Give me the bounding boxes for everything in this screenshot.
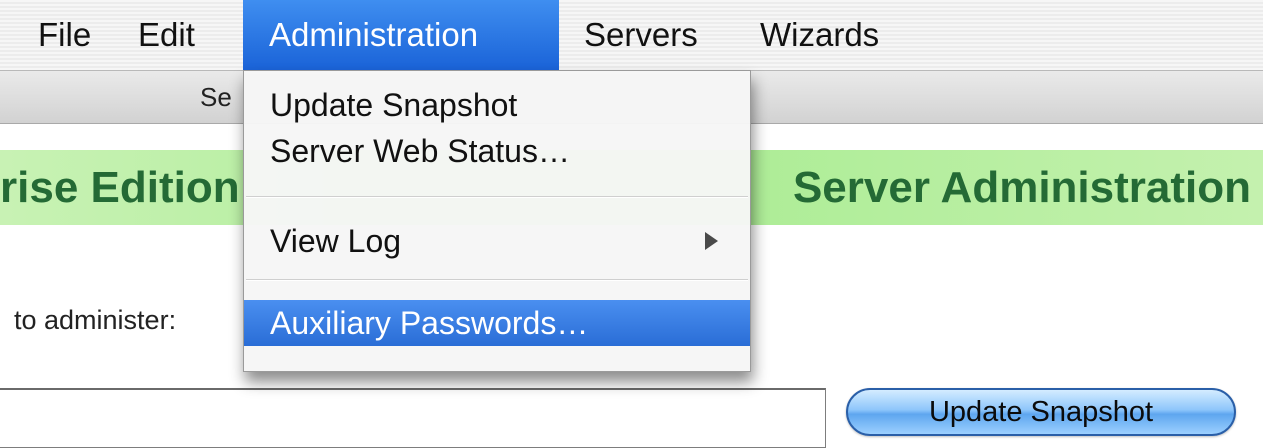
menu-administration[interactable]: Administration	[243, 0, 559, 70]
menu-item-auxiliary-passwords[interactable]: Auxiliary Passwords…	[244, 300, 750, 346]
menu-separator	[246, 196, 748, 198]
menu-item-view-log[interactable]: View Log	[244, 219, 750, 263]
menu-file[interactable]: File	[22, 0, 107, 70]
page-title: Server Administration	[792, 163, 1251, 212]
server-prompt-label: to administer:	[14, 305, 177, 335]
submenu-arrow-icon	[705, 232, 718, 250]
menu-wizards[interactable]: Wizards	[744, 0, 895, 70]
server-list-field[interactable]	[0, 388, 826, 448]
menu-item-server-web-status[interactable]: Server Web Status…	[244, 129, 750, 173]
toolbar-label: Se	[200, 82, 232, 112]
menu-separator	[246, 279, 748, 281]
menu-servers[interactable]: Servers	[568, 0, 714, 70]
menu-item-update-snapshot[interactable]: Update Snapshot	[244, 83, 750, 127]
administration-menu: Update Snapshot Server Web Status… View …	[243, 70, 751, 372]
menu-bar: File Edit Administration Servers Wizards	[0, 0, 1263, 71]
update-snapshot-button[interactable]: Update Snapshot	[846, 388, 1236, 436]
edition-title: rise Edition	[0, 163, 240, 212]
menu-edit[interactable]: Edit	[122, 0, 211, 70]
menu-item-view-log-label: View Log	[270, 223, 402, 259]
